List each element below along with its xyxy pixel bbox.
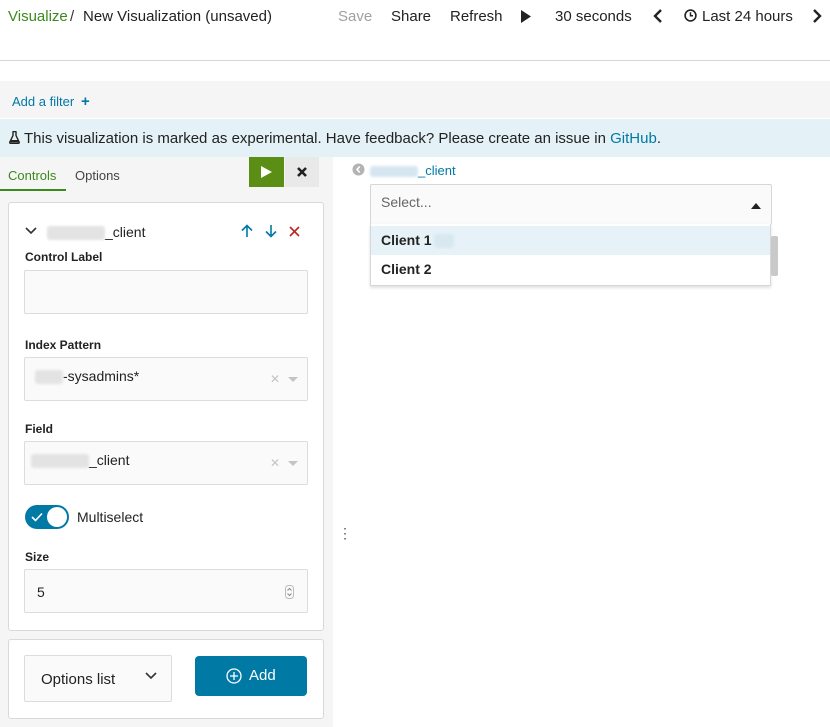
clear-icon[interactable]: ✕: [270, 456, 280, 470]
filter-bar: [0, 81, 830, 118]
plus-circle-icon: [226, 668, 242, 684]
header-divider: [0, 60, 830, 61]
index-pattern-value: -sysadmins*: [35, 368, 140, 385]
remove-control-icon[interactable]: [289, 226, 300, 237]
tab-controls[interactable]: Controls: [8, 168, 56, 183]
top-nav-bar: Visualize / New Visualization (unsaved) …: [0, 0, 830, 32]
chevron-down-icon[interactable]: [25, 227, 37, 235]
size-input[interactable]: 5: [24, 569, 308, 613]
control-label-input[interactable]: [24, 270, 308, 314]
banner-suffix: .: [656, 130, 661, 147]
add-control-label: Add: [249, 667, 276, 684]
plus-icon[interactable]: +: [81, 93, 90, 110]
banner-message: This visualization is marked as experime…: [24, 130, 611, 147]
drag-handle-icon[interactable]: ⋮: [338, 525, 352, 542]
redacted-text: [35, 370, 63, 385]
dropdown-option[interactable]: Client 2: [381, 261, 432, 277]
control-label-label: Control Label: [25, 250, 103, 264]
index-pattern-text: -sysadmins*: [63, 368, 140, 384]
control-type-value: Options list: [41, 671, 116, 688]
refresh-interval-button[interactable]: 30 seconds: [555, 8, 632, 25]
dropdown-option[interactable]: Client 1: [381, 232, 454, 249]
share-button[interactable]: Share: [391, 8, 431, 25]
clear-icon[interactable]: ✕: [270, 372, 280, 386]
time-range-button[interactable]: Last 24 hours: [702, 8, 793, 25]
active-tab-indicator: [0, 189, 66, 191]
flask-icon: [9, 131, 20, 144]
size-value: 5: [37, 584, 45, 600]
arrow-down-icon[interactable]: [264, 224, 278, 238]
option-label: Client 2: [381, 261, 432, 277]
breadcrumb-separator: /: [70, 8, 75, 25]
index-pattern-label: Index Pattern: [25, 338, 102, 352]
viz-control-label: _client: [370, 163, 456, 178]
redacted-text: [433, 234, 454, 249]
refresh-button[interactable]: Refresh: [450, 8, 503, 25]
add-filter-link[interactable]: Add a filter: [12, 94, 74, 109]
clock-icon: [684, 9, 697, 22]
play-icon[interactable]: [520, 10, 532, 23]
chevron-left-icon[interactable]: [653, 9, 663, 23]
panel-resizer[interactable]: [333, 157, 348, 727]
field-label: Field: [25, 422, 54, 436]
multiselect-label: Multiselect: [77, 509, 144, 525]
github-link[interactable]: GitHub: [610, 130, 657, 147]
apply-changes-button[interactable]: [249, 157, 284, 187]
field-value: _client: [31, 452, 130, 469]
redacted-text: [31, 454, 89, 469]
chevron-right-icon[interactable]: [812, 9, 822, 23]
viz-control-label-text: _client: [418, 163, 456, 178]
multiselect-toggle[interactable]: [25, 505, 69, 529]
redacted-text: [47, 226, 105, 241]
control-editor-card: [8, 202, 324, 631]
caret-up-icon[interactable]: [751, 203, 761, 209]
discard-changes-button[interactable]: [285, 157, 319, 187]
redacted-text: [370, 166, 418, 178]
field-value-text: _client: [89, 452, 130, 468]
number-stepper-icon[interactable]: [285, 585, 294, 599]
chevron-down-icon: [145, 672, 157, 680]
play-icon: [261, 166, 272, 178]
caret-down-icon: [288, 377, 298, 382]
arrow-up-icon[interactable]: [240, 224, 254, 238]
page-title: New Visualization (unsaved): [83, 8, 272, 25]
experimental-banner-text: This visualization is marked as experime…: [24, 130, 661, 147]
toggle-knob: [47, 507, 67, 527]
control-title: _client: [47, 224, 146, 241]
option-label: Client 1: [381, 232, 432, 248]
close-icon: [297, 167, 307, 177]
chevron-left-circle-icon[interactable]: [352, 163, 365, 176]
breadcrumb-visualize-link[interactable]: Visualize: [8, 8, 68, 25]
index-pattern-select[interactable]: -sysadmins* ✕: [24, 357, 308, 401]
check-icon: [31, 512, 43, 522]
scrollbar-thumb[interactable]: [771, 236, 778, 276]
size-label: Size: [25, 550, 50, 564]
control-title-text: _client: [105, 224, 146, 240]
caret-down-icon: [288, 461, 298, 466]
save-button[interactable]: Save: [338, 8, 372, 25]
tab-options[interactable]: Options: [75, 168, 120, 183]
field-select[interactable]: _client ✕: [24, 441, 308, 485]
select-placeholder: Select...: [381, 194, 432, 210]
